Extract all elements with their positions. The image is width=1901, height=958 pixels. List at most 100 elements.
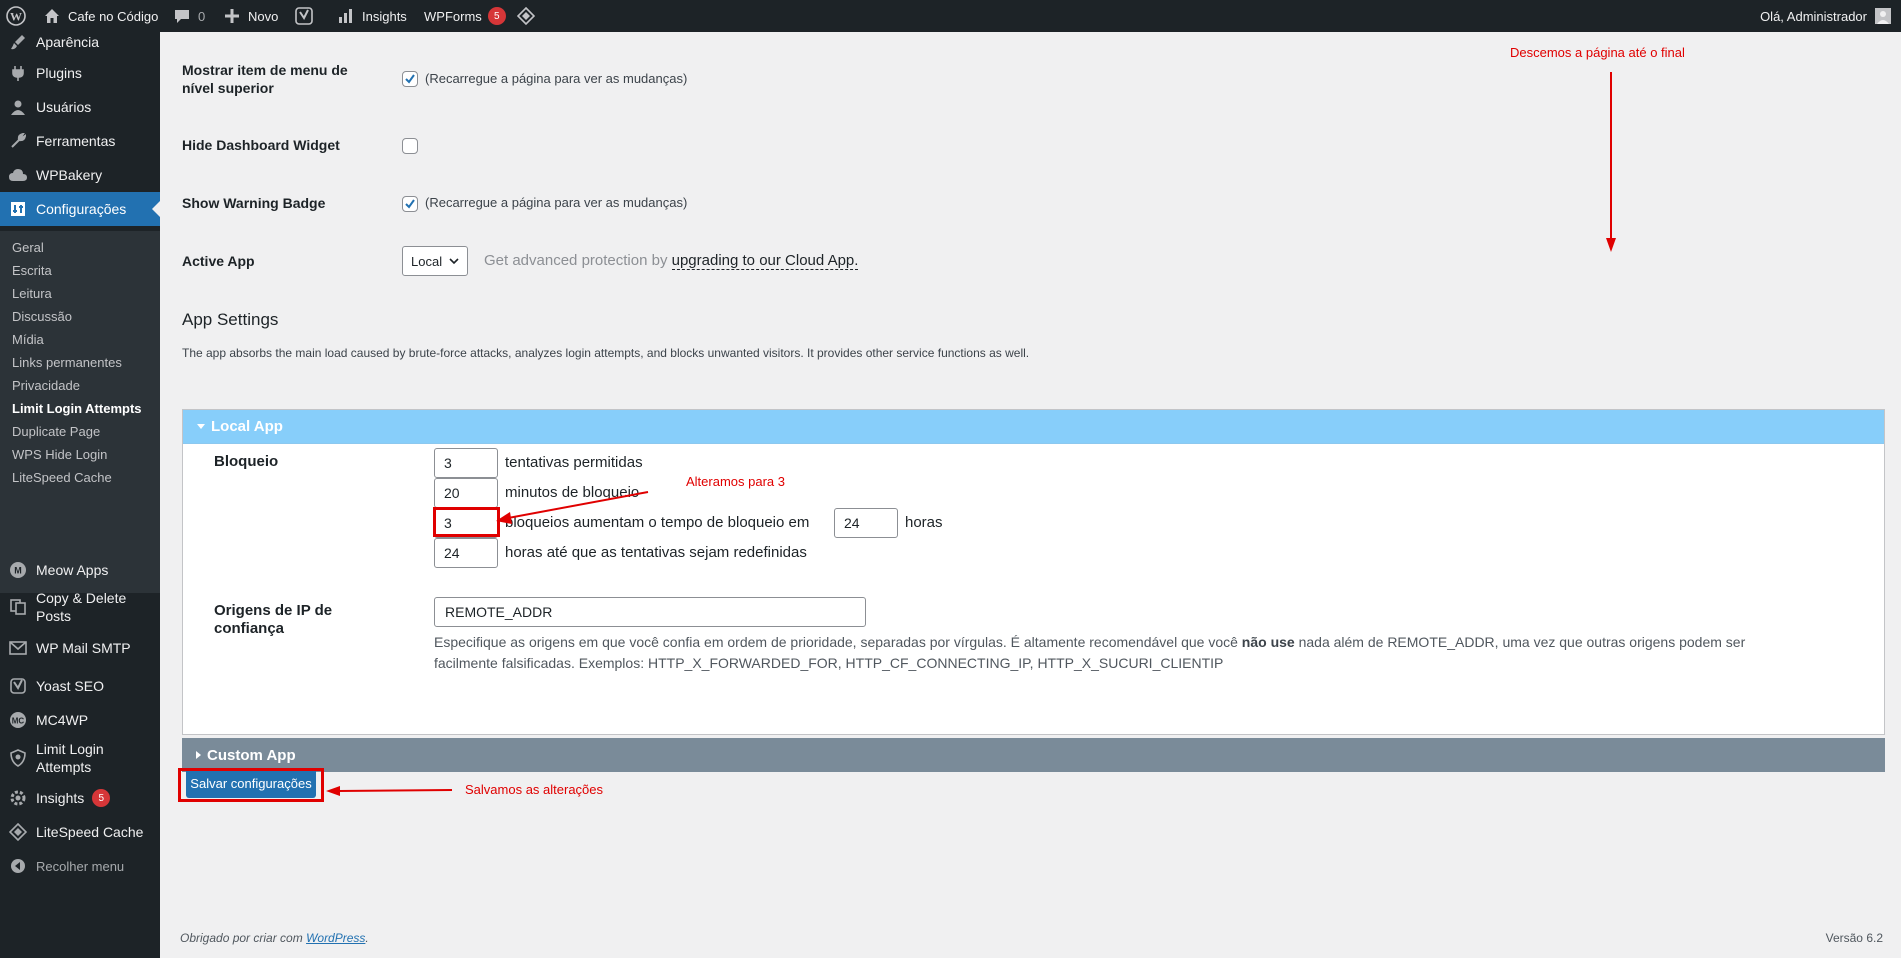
menu-wp-mail-smtp[interactable]: WP Mail SMTP [0, 631, 160, 665]
checkmark-icon [405, 199, 415, 209]
svg-text:MC: MC [12, 717, 25, 726]
litespeed-icon [8, 822, 28, 842]
wordpress-logo-button[interactable]: W [6, 0, 26, 32]
svg-text:W: W [10, 10, 22, 24]
trusted-ip-input[interactable]: REMOTE_ADDR [434, 597, 866, 627]
litespeed-link[interactable] [516, 0, 536, 32]
menu-meow-apps[interactable]: M Meow Apps [0, 553, 160, 587]
trusted-ip-desc-part1: Especifique as origens em que você confi… [434, 634, 1238, 650]
menu-litespeed-cache[interactable]: LiteSpeed Cache [0, 815, 160, 849]
trusted-ip-description: Especifique as origens em que você confi… [434, 632, 1774, 674]
plus-icon [222, 6, 242, 26]
menu-insights[interactable]: Insights 5 [0, 781, 160, 815]
menu-label: Configurações [36, 201, 127, 217]
menu-limit-login-attempts[interactable]: Limit Login Attempts [0, 736, 160, 780]
menu-label: Copy & Delete Posts [36, 590, 127, 624]
meow-apps-icon: M [8, 560, 28, 580]
trusted-ip-label: Origens de IP de confiança [214, 602, 333, 637]
copy-icon [8, 597, 28, 617]
menu-settings[interactable]: Configurações [0, 192, 160, 226]
annotation-arrow-to-save [326, 786, 453, 796]
wordpress-link[interactable]: WordPress [306, 931, 365, 945]
menu-yoast-seo[interactable]: Yoast SEO [0, 669, 160, 703]
wpforms-link[interactable]: WPForms 5 [424, 0, 506, 32]
submenu-wps-hide-login[interactable]: WPS Hide Login [12, 447, 107, 462]
hide-widget-checkbox[interactable] [402, 138, 418, 154]
trusted-ip-desc-bold: não use [1241, 634, 1295, 650]
menu-label: WP Mail SMTP [36, 640, 131, 656]
wpforms-label: WPForms [424, 8, 482, 24]
new-label: Novo [248, 8, 279, 24]
admin-bar: W Cafe no Código 0 Novo Insights WPForms… [0, 0, 1901, 32]
insights-link[interactable]: Insights [336, 0, 407, 32]
allowed-retries-input[interactable]: 3 [434, 448, 498, 478]
yoast-link[interactable] [294, 0, 314, 32]
plug-icon [8, 63, 28, 83]
lockout-minutes-input[interactable]: 20 [434, 478, 498, 508]
warning-badge-label: Show Warning Badge [182, 195, 326, 211]
active-app-label: Active App [182, 253, 255, 269]
top-menu-label: Mostrar item de menu de nível superior [182, 62, 348, 96]
reset-hours-input[interactable]: 24 [434, 538, 498, 568]
menu-label: Usuários [36, 99, 92, 115]
submenu-litespeed-cache[interactable]: LiteSpeed Cache [12, 470, 112, 485]
submenu-media[interactable]: Mídia [12, 332, 44, 347]
menu-mc4wp[interactable]: MC MC4WP [0, 703, 160, 737]
greeting: Olá, Administrador [1760, 8, 1867, 24]
local-app-header[interactable]: Local App [183, 410, 1884, 444]
submenu-reading[interactable]: Leitura [12, 286, 52, 301]
menu-label: WPBakery [36, 167, 103, 183]
cloud-app-link[interactable]: upgrading to our Cloud App. [671, 252, 859, 270]
comments-link[interactable]: 0 [172, 0, 205, 32]
submenu-writing[interactable]: Escrita [12, 263, 52, 278]
my-account-link[interactable]: Olá, Administrador [1760, 0, 1893, 32]
active-app-hint-text: Get advanced protection by [484, 252, 668, 269]
insights-label: Insights [362, 8, 407, 24]
menu-tools[interactable]: Ferramentas [0, 124, 160, 158]
checkmark-icon [405, 74, 415, 84]
insights-gear-icon [8, 788, 28, 808]
submenu-discussion[interactable]: Discussão [12, 309, 72, 324]
user-icon [8, 97, 28, 117]
collapse-menu-button[interactable]: Recolher menu [0, 849, 160, 883]
active-app-select[interactable]: Local [402, 246, 468, 276]
warning-badge-checkbox[interactable] [402, 196, 418, 212]
annotation-changed-note: Alteramos para 3 [686, 474, 785, 489]
submenu-permalinks[interactable]: Links permanentes [12, 355, 122, 370]
mc4wp-icon: MC [8, 710, 28, 730]
increase-hours-input[interactable]: 24 [834, 508, 898, 538]
wrench-icon [8, 131, 28, 151]
active-app-value: Local [411, 253, 443, 269]
svg-text:M: M [14, 566, 22, 576]
menu-wpbakery[interactable]: WPBakery [0, 158, 160, 192]
footer-thanks-text: Obrigado por criar com [180, 931, 303, 945]
settings-submenu: Geral Escrita Leitura Discussão Mídia Li… [0, 231, 160, 593]
custom-app-header[interactable]: Custom App [182, 738, 1885, 772]
caret-down-icon [197, 424, 205, 429]
submenu-limit-login-attempts[interactable]: Limit Login Attempts [12, 401, 142, 416]
menu-label: Recolher menu [36, 858, 125, 874]
menu-users[interactable]: Usuários [0, 90, 160, 124]
menu-appearance[interactable]: Aparência [0, 32, 160, 52]
submenu-duplicate-page[interactable]: Duplicate Page [12, 424, 100, 439]
main-content: Mostrar item de menu de nível superior (… [160, 32, 1901, 958]
menu-label: Insights [36, 790, 85, 806]
submenu-privacy[interactable]: Privacidade [12, 378, 80, 393]
chevron-down-icon [449, 258, 459, 265]
menu-plugins[interactable]: Plugins [0, 56, 160, 90]
footer-version: Versão 6.2 [1825, 931, 1883, 945]
submenu-general[interactable]: Geral [12, 240, 44, 255]
annotation-saved-note: Salvamos as alterações [465, 782, 604, 797]
paintbrush-icon [8, 32, 28, 52]
footer-thanks: Obrigado por criar com WordPress. [180, 931, 369, 945]
menu-copy-delete-posts[interactable]: Copy & Delete Posts [0, 585, 160, 629]
new-content-link[interactable]: Novo [222, 0, 278, 32]
wpforms-badge: 5 [487, 7, 506, 25]
top-menu-checkbox[interactable] [402, 71, 418, 87]
menu-label: Ferramentas [36, 133, 116, 149]
site-name-link[interactable]: Cafe no Código [42, 0, 158, 32]
home-icon [42, 6, 62, 26]
annotation-scroll-note: Descemos a página até o final [1510, 45, 1685, 60]
app-settings-description: The app absorbs the main load caused by … [182, 346, 1030, 360]
mail-icon [8, 638, 28, 658]
